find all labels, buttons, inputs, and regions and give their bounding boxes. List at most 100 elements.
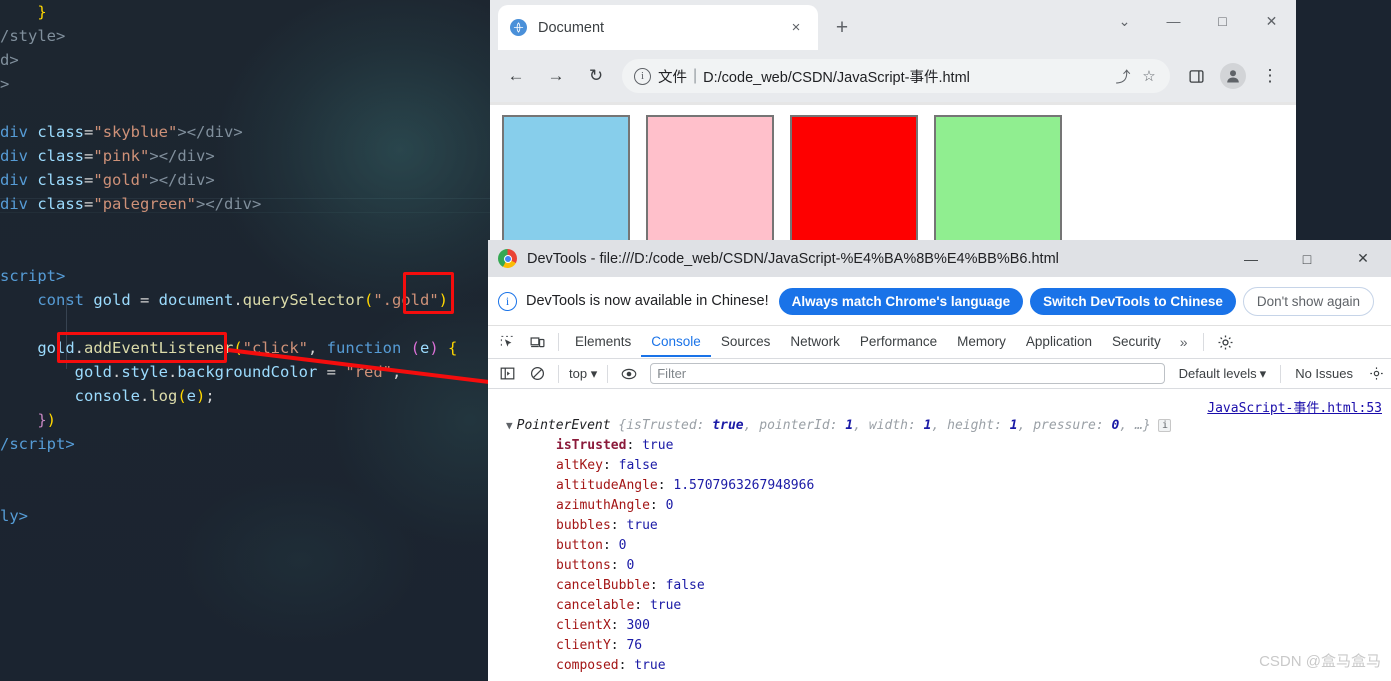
execution-context-label: top [569,365,588,381]
code-line: script> [0,264,490,288]
code-token: "red" [345,363,392,381]
info-icon: i [498,291,517,311]
code-token: console [74,387,140,405]
preview-comma: , [853,418,869,433]
preview-key: pointerId: [759,418,846,433]
code-token: ) [46,411,57,429]
devtools-maximize-button[interactable]: □ [1279,240,1335,277]
preview-comma: , [931,418,948,433]
devtools-tab-memory[interactable]: Memory [947,327,1016,357]
console-object-header[interactable]: ▼ PointerEvent {isTrusted: true, pointerI… [506,418,1172,433]
log-levels-selector[interactable]: Default levels ▾ [1171,366,1275,382]
site-info-icon[interactable]: i [634,67,651,85]
minimize-button[interactable]: — [1149,0,1198,42]
property-value: true [642,438,674,453]
property-value: false [665,578,705,593]
device-toolbar-icon[interactable] [523,328,551,356]
issues-counter[interactable]: No Issues [1287,366,1361,381]
code-token: ; [448,291,458,309]
live-expression-eye-icon[interactable] [615,360,643,388]
console-sidebar-icon[interactable] [493,360,521,388]
preview-key: height: [947,418,1010,433]
close-tab-icon[interactable]: × [786,18,806,38]
editor-code-area[interactable]: }/style> d> > div class="skyblue"></div> di… [0,0,490,528]
color-box-palegreen[interactable] [934,115,1062,243]
property-key: isTrusted [556,438,627,453]
share-icon[interactable]: ⤴ [1110,63,1136,89]
code-token: const [37,291,84,309]
profile-avatar-icon[interactable] [1220,63,1246,89]
code-token: addEventListener [84,339,234,357]
property-separator: : [618,658,635,673]
code-token: /script> [0,435,75,453]
code-token: "palegreen" [93,195,197,213]
console-property-row: composed: true [488,658,1391,678]
code-token: gold [37,339,75,357]
code-line: div class="pink"></div> [0,144,490,168]
browser-tab[interactable]: Document × [498,5,818,50]
code-line: div class="palegreen"></div> [0,192,490,216]
console-filter-input[interactable]: Filter [650,363,1165,384]
banner-button-0[interactable]: Always match Chrome's language [778,287,1024,315]
chrome-menu-icon[interactable]: ⋮ [1253,59,1287,93]
back-icon[interactable]: ← [499,59,533,93]
color-box-skyblue[interactable] [502,115,630,243]
devtools-tab-security[interactable]: Security [1102,327,1171,357]
execution-context-selector[interactable]: top ▾ [565,366,601,382]
bookmark-star-icon[interactable]: ☆ [1136,63,1162,89]
chevron-down-icon: ▾ [590,365,598,381]
devtools-tab-application[interactable]: Application [1016,327,1102,357]
devtools-tab-network[interactable]: Network [780,327,850,357]
code-token: ( [410,339,420,357]
toolbar-divider [558,333,559,351]
more-tabs-icon[interactable]: » [1171,334,1197,350]
settings-gear-icon[interactable] [1212,328,1240,356]
property-separator: : [610,618,627,633]
preview-value: 1 [845,418,854,433]
page-viewport [490,102,1296,243]
code-token: /style> [0,27,66,45]
devtools-tab-console[interactable]: Console [641,327,711,357]
forward-icon[interactable]: → [539,59,573,93]
inspect-element-icon[interactable] [493,328,521,356]
console-property-row: isTrusted: true [488,438,1391,458]
clear-console-icon[interactable] [523,360,551,388]
banner-button-1[interactable]: Switch DevTools to Chinese [1030,287,1236,315]
console-toolbar-divider-3 [1280,364,1282,383]
banner-button-2[interactable]: Don't show again [1242,286,1375,316]
chrome-browser-window: Document × + ⌄ — □ ✕ ← → ↻ i 文件 | D:/cod… [490,0,1296,243]
code-token: div [0,123,28,141]
color-box-gold[interactable] [790,115,918,243]
code-line: div class="skyblue"></div> [0,120,490,144]
devtools-tab-elements[interactable]: Elements [565,327,641,357]
devtools-tab-sources[interactable]: Sources [711,327,781,357]
console-source-link[interactable]: JavaScript-事件.html:53 [1207,397,1382,416]
console-toolbar: top ▾ Filter Default levels ▾ No Issues [488,359,1391,389]
new-tab-button[interactable]: + [828,14,856,42]
code-token: class [37,123,85,141]
console-output[interactable]: JavaScript-事件.html:53 ▼ PointerEvent {isT… [488,393,1391,681]
devtools-minimize-button[interactable]: — [1223,240,1279,277]
reload-icon[interactable]: ↻ [579,59,613,93]
property-separator: : [657,478,674,493]
devtools-tab-performance[interactable]: Performance [850,327,947,357]
code-token: . [139,387,150,405]
color-box-pink[interactable] [646,115,774,243]
property-value: true [649,598,682,613]
close-window-button[interactable]: ✕ [1247,0,1296,42]
address-bar[interactable]: i 文件 | D:/code_web/CSDN/JavaScript-事件.ht… [622,59,1170,93]
tab-search-icon[interactable]: ⌄ [1100,0,1149,42]
disclosure-triangle-icon[interactable]: ▼ [506,419,513,432]
preview-comma: , [1119,418,1135,433]
info-badge-icon[interactable]: i [1158,419,1172,432]
side-panel-icon[interactable] [1179,59,1213,93]
maximize-button[interactable]: □ [1198,0,1247,42]
property-value: 0 [626,558,635,573]
devtools-close-button[interactable]: ✕ [1335,240,1391,277]
console-settings-gear-icon[interactable] [1362,360,1390,388]
code-token: { [448,339,458,357]
